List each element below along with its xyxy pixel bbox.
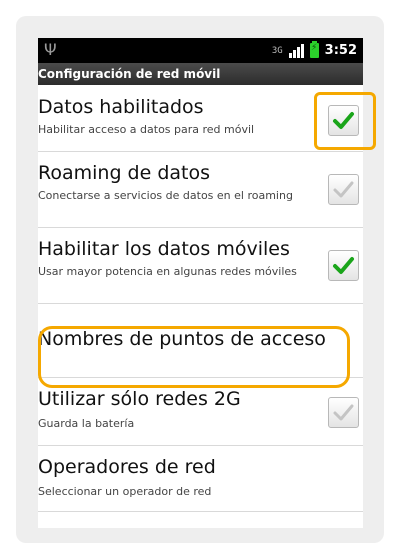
setting-title: Habilitar los datos móviles <box>38 238 290 260</box>
signal-icon <box>288 43 304 58</box>
setting-summary: Habilitar acceso a datos para red móvil <box>38 123 255 136</box>
setting-title: Roaming de datos <box>38 162 211 184</box>
battery-icon <box>309 41 319 58</box>
solo-2g-checkbox[interactable] <box>328 397 359 428</box>
datos-moviles-checkbox[interactable] <box>328 250 359 281</box>
setting-roaming-de-datos[interactable]: Roaming de datos Conectarse a servicios … <box>38 151 363 228</box>
checkmark-icon <box>333 404 354 421</box>
highlight-checkbox-annotation <box>314 92 376 150</box>
setting-title: Datos habilitados <box>38 96 204 118</box>
setting-summary: Usar mayor potencia en algunas redes móv… <box>38 265 297 278</box>
page-title-bar: Configuración de red móvil <box>38 63 363 85</box>
page-title: Configuración de red móvil <box>38 67 221 81</box>
setting-operadores-de-red[interactable]: Operadores de red Seleccionar un operado… <box>38 445 363 512</box>
checkmark-icon <box>333 257 354 274</box>
roaming-checkbox[interactable] <box>328 174 359 205</box>
highlight-apn-annotation <box>38 326 350 388</box>
setting-summary: Guarda la batería <box>38 417 135 430</box>
setting-habilitar-datos-moviles[interactable]: Habilitar los datos móviles Usar mayor p… <box>38 227 363 304</box>
setting-title: Utilizar sólo redes 2G <box>38 388 241 410</box>
network-type-icon: 3G <box>271 45 283 56</box>
setting-summary: Conectarse a servicios de datos en el ro… <box>38 189 293 202</box>
checkmark-icon <box>333 181 354 198</box>
status-bar: Ψ 3G 3:52 <box>38 38 363 63</box>
setting-summary: Seleccionar un operador de red <box>38 485 212 498</box>
setting-title: Operadores de red <box>38 456 216 478</box>
usb-icon: Ψ <box>44 40 57 59</box>
status-time: 3:52 <box>324 43 357 58</box>
